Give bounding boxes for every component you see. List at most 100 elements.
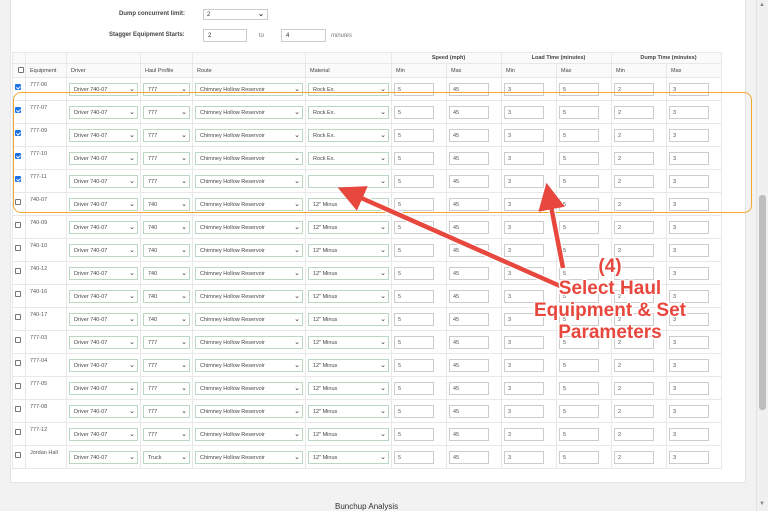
haul-profile-select[interactable]: 740 ⌄ [143, 244, 190, 257]
load-min-input[interactable]: 3 [504, 106, 544, 119]
speed-max-input[interactable]: 45 [449, 405, 489, 418]
speed-min-input[interactable]: 5 [394, 198, 434, 211]
speed-max-input[interactable]: 45 [449, 336, 489, 349]
driver-select[interactable]: Driver 740-07 ⌄ [69, 313, 138, 326]
row-checkbox[interactable] [15, 383, 21, 389]
material-select[interactable]: 12" Minus ⌄ [308, 198, 389, 211]
driver-select[interactable]: Driver 740-07 ⌄ [69, 152, 138, 165]
dump-min-input[interactable]: 2 [614, 359, 654, 372]
speed-min-input[interactable]: 5 [394, 267, 434, 280]
stagger-from-input[interactable]: 2 [203, 29, 247, 42]
material-select[interactable]: 12" Minus ⌄ [308, 290, 389, 303]
speed-min-input[interactable]: 5 [394, 405, 434, 418]
material-select[interactable]: 12" Minus ⌄ [308, 313, 389, 326]
haul-profile-select[interactable]: 740 ⌄ [143, 290, 190, 303]
speed-min-input[interactable]: 5 [394, 382, 434, 395]
speed-max-input[interactable]: 45 [449, 267, 489, 280]
haul-profile-select[interactable]: 740 ⌄ [143, 267, 190, 280]
speed-min-input[interactable]: 5 [394, 451, 434, 464]
dump-min-input[interactable]: 2 [614, 451, 654, 464]
row-checkbox[interactable] [15, 337, 21, 343]
speed-max-input[interactable]: 45 [449, 221, 489, 234]
speed-min-input[interactable]: 5 [394, 244, 434, 257]
dump-min-input[interactable]: 2 [614, 221, 654, 234]
driver-select[interactable]: Driver 740-07 ⌄ [69, 428, 138, 441]
row-checkbox[interactable] [15, 107, 21, 113]
route-select[interactable]: Chimney Hollow Reservoir ⌄ [195, 106, 303, 119]
speed-max-input[interactable]: 45 [449, 83, 489, 96]
haul-profile-select[interactable]: Truck ⌄ [143, 451, 190, 464]
row-checkbox[interactable] [15, 153, 21, 159]
load-min-input[interactable]: 3 [504, 129, 544, 142]
load-max-input[interactable]: 5 [559, 359, 599, 372]
dump-min-input[interactable]: 2 [614, 83, 654, 96]
material-select[interactable]: 12" Minus ⌄ [308, 336, 389, 349]
driver-select[interactable]: Driver 740-07 ⌄ [69, 175, 138, 188]
load-max-input[interactable]: 5 [559, 382, 599, 395]
speed-min-input[interactable]: 5 [394, 313, 434, 326]
material-select[interactable]: 12" Minus ⌄ [308, 405, 389, 418]
dump-min-input[interactable]: 2 [614, 152, 654, 165]
driver-select[interactable]: Driver 740-07 ⌄ [69, 198, 138, 211]
dump-max-input[interactable]: 3 [669, 428, 709, 441]
speed-max-input[interactable]: 45 [449, 244, 489, 257]
speed-max-input[interactable]: 45 [449, 359, 489, 372]
dump-min-input[interactable]: 2 [614, 129, 654, 142]
load-max-input[interactable]: 5 [559, 405, 599, 418]
route-select[interactable]: Chimney Hollow Reservoir ⌄ [195, 83, 303, 96]
load-min-input[interactable]: 3 [504, 359, 544, 372]
driver-select[interactable]: Driver 740-07 ⌄ [69, 244, 138, 257]
load-max-input[interactable]: 5 [559, 221, 599, 234]
haul-profile-select[interactable]: 777 ⌄ [143, 336, 190, 349]
load-max-input[interactable]: 5 [559, 129, 599, 142]
driver-select[interactable]: Driver 740-07 ⌄ [69, 267, 138, 280]
row-checkbox[interactable] [15, 199, 21, 205]
driver-select[interactable]: Driver 740-07 ⌄ [69, 336, 138, 349]
material-select[interactable]: 12" Minus ⌄ [308, 359, 389, 372]
dump-max-input[interactable]: 3 [669, 129, 709, 142]
load-min-input[interactable]: 3 [504, 221, 544, 234]
material-select[interactable]: 12" Minus ⌄ [308, 221, 389, 234]
haul-profile-select[interactable]: 777 ⌄ [143, 175, 190, 188]
row-checkbox[interactable] [15, 84, 21, 90]
haul-profile-select[interactable]: 777 ⌄ [143, 405, 190, 418]
material-select[interactable]: Rock Ex. ⌄ [308, 83, 389, 96]
haul-profile-select[interactable]: 777 ⌄ [143, 152, 190, 165]
row-checkbox[interactable] [15, 429, 21, 435]
load-max-input[interactable]: 5 [559, 152, 599, 165]
dump-min-input[interactable]: 2 [614, 198, 654, 211]
driver-select[interactable]: Driver 740-07 ⌄ [69, 221, 138, 234]
load-min-input[interactable]: 3 [504, 451, 544, 464]
material-select[interactable]: 12" Minus ⌄ [308, 428, 389, 441]
dump-limit-select[interactable]: 2 ⌄ [203, 9, 268, 20]
dump-max-input[interactable]: 3 [669, 405, 709, 418]
row-checkbox[interactable] [15, 176, 21, 182]
speed-min-input[interactable]: 5 [394, 290, 434, 303]
stagger-to-input[interactable]: 4 [281, 29, 326, 42]
haul-profile-select[interactable]: 777 ⌄ [143, 83, 190, 96]
dump-max-input[interactable]: 3 [669, 451, 709, 464]
load-max-input[interactable]: 5 [559, 428, 599, 441]
route-select[interactable]: Chimney Hollow Reservoir ⌄ [195, 152, 303, 165]
load-min-input[interactable]: 3 [504, 198, 544, 211]
speed-min-input[interactable]: 5 [394, 359, 434, 372]
route-select[interactable]: Chimney Hollow Reservoir ⌄ [195, 198, 303, 211]
material-select[interactable]: ⌄ [308, 175, 389, 188]
load-max-input[interactable]: 5 [559, 198, 599, 211]
load-min-input[interactable]: 3 [504, 83, 544, 96]
row-checkbox[interactable] [15, 245, 21, 251]
speed-max-input[interactable]: 45 [449, 313, 489, 326]
select-all-checkbox[interactable] [18, 67, 24, 73]
speed-max-input[interactable]: 45 [449, 428, 489, 441]
dump-max-input[interactable]: 3 [669, 83, 709, 96]
speed-min-input[interactable]: 5 [394, 221, 434, 234]
haul-profile-select[interactable]: 740 ⌄ [143, 221, 190, 234]
load-max-input[interactable]: 5 [559, 83, 599, 96]
speed-min-input[interactable]: 5 [394, 152, 434, 165]
speed-max-input[interactable]: 45 [449, 106, 489, 119]
driver-select[interactable]: Driver 740-07 ⌄ [69, 129, 138, 142]
speed-max-input[interactable]: 45 [449, 382, 489, 395]
route-select[interactable]: Chimney Hollow Reservoir ⌄ [195, 221, 303, 234]
driver-select[interactable]: Driver 740-07 ⌄ [69, 83, 138, 96]
dump-min-input[interactable]: 2 [614, 428, 654, 441]
